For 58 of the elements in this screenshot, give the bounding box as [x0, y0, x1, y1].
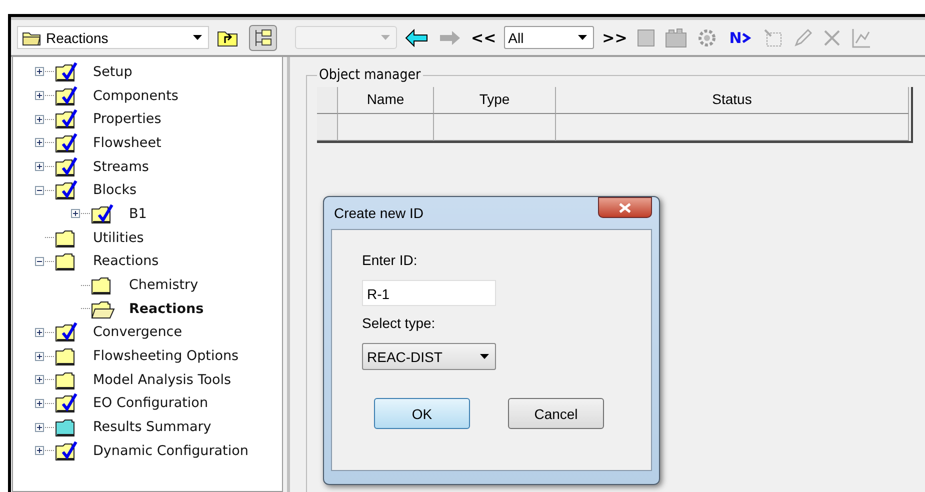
column-header[interactable]: Type — [434, 87, 556, 114]
folder-icon — [22, 30, 42, 46]
id-input-field[interactable]: R-1 — [362, 280, 496, 306]
expander-icon[interactable] — [35, 67, 44, 76]
expander-icon[interactable] — [35, 138, 44, 148]
expander-icon[interactable] — [35, 162, 44, 172]
tree-item[interactable]: EO Configuration — [93, 395, 208, 412]
tree-item[interactable]: Properties — [93, 111, 162, 128]
caret-icon — [381, 35, 390, 40]
tree-item[interactable]: Flowsheeting Options — [93, 348, 239, 364]
close-button[interactable] — [598, 197, 652, 218]
group-title: Object manager — [318, 67, 422, 83]
next-button[interactable]: >> — [600, 28, 630, 46]
caret-icon — [193, 35, 202, 40]
expander-icon[interactable] — [35, 186, 44, 195]
tree-view-icon[interactable] — [249, 24, 277, 50]
column-header[interactable]: Name — [338, 87, 434, 114]
expander-icon[interactable] — [35, 114, 44, 124]
close-icon — [619, 202, 631, 212]
dialog-button[interactable]: Cancel — [508, 398, 604, 429]
left-arrow-icon[interactable] — [405, 28, 429, 46]
expander-icon[interactable] — [35, 422, 44, 432]
tree-item[interactable]: Streams — [93, 158, 149, 175]
tree-item[interactable]: Results Summary — [93, 419, 212, 436]
corner-cell — [317, 87, 338, 114]
tree-item[interactable]: Blocks — [93, 182, 137, 198]
tree-item[interactable]: Convergence — [93, 324, 182, 340]
caret-icon — [578, 35, 588, 40]
dialog-button[interactable]: OK — [374, 398, 470, 429]
row-header — [317, 114, 338, 141]
tree-item[interactable]: Chemistry — [129, 277, 198, 294]
tree-item[interactable]: Utilities — [93, 230, 144, 246]
filter-combo[interactable]: All — [504, 26, 594, 49]
expander-icon[interactable] — [35, 398, 44, 408]
expander-icon[interactable] — [35, 446, 44, 456]
field-label: Select type: — [362, 315, 436, 333]
tree-item[interactable]: B1 — [129, 206, 147, 222]
tree-item[interactable]: Reactions — [93, 253, 159, 270]
caret-icon — [480, 354, 489, 359]
tree-item[interactable]: Flowsheet — [93, 134, 162, 151]
dialog-title: Create new ID — [334, 205, 424, 221]
expander-icon[interactable] — [35, 256, 44, 266]
tree-item[interactable]: Components — [93, 88, 178, 104]
expander-icon[interactable] — [35, 328, 44, 337]
field-label: Enter ID: — [362, 252, 418, 270]
tree-item[interactable]: Reactions — [129, 300, 204, 317]
tree-item[interactable]: Dynamic Configuration — [93, 442, 248, 459]
type-dropdown[interactable]: REAC-DIST — [362, 343, 496, 370]
expander-icon[interactable] — [35, 91, 44, 100]
expander-icon[interactable] — [71, 209, 80, 218]
next-input-button[interactable]: N — [729, 28, 751, 46]
expander-icon[interactable] — [35, 352, 44, 361]
location-combo[interactable]: Reactions — [17, 26, 209, 49]
tree-item[interactable]: Setup — [93, 64, 132, 80]
expander-icon[interactable] — [35, 375, 44, 384]
previous-button[interactable]: << — [469, 28, 498, 46]
tree-item[interactable]: Model Analysis Tools — [93, 372, 231, 388]
column-header[interactable]: Status — [556, 87, 909, 114]
